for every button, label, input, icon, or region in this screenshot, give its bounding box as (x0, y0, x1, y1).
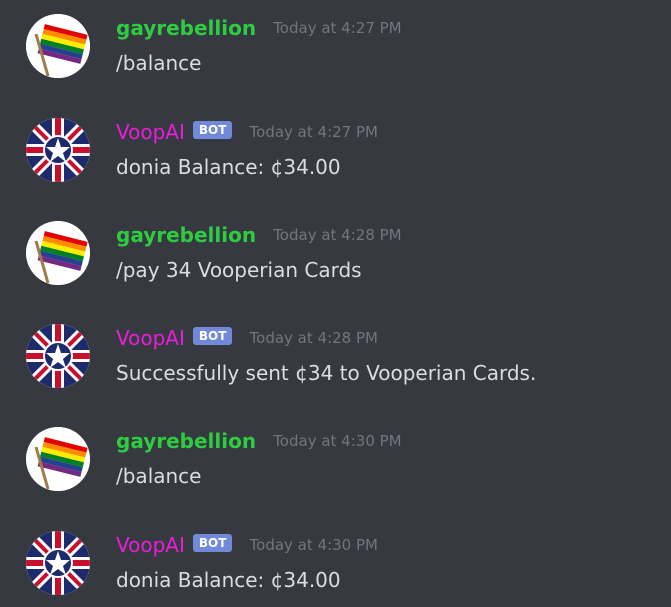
message-item: gayrebellion Today at 4:27 PM /balance (0, 0, 671, 90)
message-header: VoopAI BOT Today at 4:28 PM (116, 326, 378, 356)
timestamp: Today at 4:27 PM (273, 19, 402, 37)
username[interactable]: VoopAI (116, 120, 185, 144)
bot-avatar[interactable] (26, 118, 90, 182)
username[interactable]: gayrebellion (116, 16, 256, 40)
message-item: gayrebellion Today at 4:30 PM /balance (0, 413, 671, 503)
user-avatar[interactable] (26, 427, 90, 491)
message-header: gayrebellion Today at 4:30 PM (116, 429, 402, 459)
bot-avatar[interactable] (26, 531, 90, 595)
message-item: VoopAI BOT Today at 4:30 PM donia Balance… (0, 517, 671, 607)
timestamp: Today at 4:28 PM (273, 226, 402, 244)
message-item: gayrebellion Today at 4:28 PM /pay 34 Vo… (0, 207, 671, 297)
username[interactable]: VoopAI (116, 533, 185, 557)
message-text: Successfully sent ¢34 to Vooperian Cards… (116, 361, 537, 385)
message-text: donia Balance: ¢34.00 (116, 155, 341, 179)
vooperian-flag-icon (26, 531, 90, 595)
message-list: gayrebellion Today at 4:27 PM /balance V… (0, 0, 671, 607)
vooperian-flag-icon (26, 118, 90, 182)
bot-badge: BOT (192, 534, 233, 552)
timestamp: Today at 4:30 PM (273, 432, 402, 450)
message-text: donia Balance: ¢34.00 (116, 568, 341, 592)
vooperian-flag-icon (26, 324, 90, 388)
user-avatar[interactable] (26, 14, 90, 78)
message-text: /balance (116, 51, 202, 75)
bot-avatar[interactable] (26, 324, 90, 388)
rainbow-flag-icon (26, 427, 90, 491)
username[interactable]: gayrebellion (116, 429, 256, 453)
message-header: VoopAI BOT Today at 4:27 PM (116, 120, 378, 150)
message-header: gayrebellion Today at 4:28 PM (116, 223, 402, 253)
message-item: VoopAI BOT Today at 4:27 PM donia Balance… (0, 104, 671, 194)
bot-badge: BOT (192, 327, 233, 345)
message-item: VoopAI BOT Today at 4:28 PM Successfully … (0, 310, 671, 400)
user-avatar[interactable] (26, 221, 90, 285)
message-text: /balance (116, 464, 202, 488)
timestamp: Today at 4:30 PM (249, 536, 378, 554)
message-header: gayrebellion Today at 4:27 PM (116, 16, 402, 46)
rainbow-flag-icon (26, 221, 90, 285)
timestamp: Today at 4:27 PM (249, 123, 378, 141)
username[interactable]: VoopAI (116, 326, 185, 350)
message-header: VoopAI BOT Today at 4:30 PM (116, 533, 378, 563)
username[interactable]: gayrebellion (116, 223, 256, 247)
rainbow-flag-icon (26, 14, 90, 78)
timestamp: Today at 4:28 PM (249, 329, 378, 347)
message-text: /pay 34 Vooperian Cards (116, 258, 362, 282)
bot-badge: BOT (192, 121, 233, 139)
